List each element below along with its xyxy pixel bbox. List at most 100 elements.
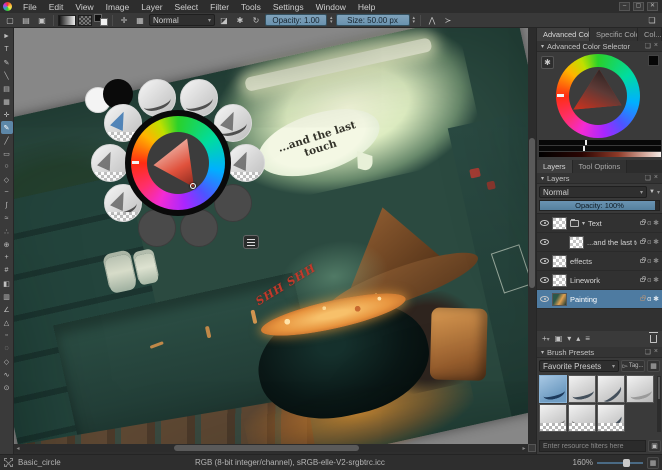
lock-icon[interactable] [640,297,645,301]
collapse-icon[interactable]: ▾ [541,349,544,356]
alpha-icon[interactable]: α [647,220,651,227]
layer-row-text[interactable]: ▾ Text α✱ [537,214,662,233]
tool-freehand-path-icon[interactable]: ≈ [1,212,13,225]
layer-row-linework[interactable]: Linework α✱ [537,271,662,290]
eraser-mode-icon[interactable]: ◪ [217,14,231,27]
resource-filter-input[interactable] [539,440,646,452]
vertical-scroll-thumb[interactable] [529,138,535,288]
menu-edit[interactable]: Edit [43,1,70,13]
gradient-chooser[interactable] [58,15,76,26]
move-layer-up-button[interactable]: ▴ [576,334,580,344]
color-selector-settings-icon[interactable]: ✱ [541,56,554,69]
layer-props-icon[interactable]: ✱ [653,257,659,265]
menu-view[interactable]: View [69,1,99,13]
layer-row-bubble[interactable]: ...and the last to... α✱ [537,233,662,252]
new-document-icon[interactable]: ▢ [3,14,17,27]
tool-rect-select-icon[interactable]: ▫ [1,329,13,342]
layer-row-painting[interactable]: Painting α✱ [537,290,662,309]
maximize-button[interactable]: ▢ [633,2,644,11]
tool-measure-icon[interactable]: ∠ [1,303,13,316]
tool-rectangle-icon[interactable]: ▭ [1,147,13,160]
tool-shape-select-icon[interactable]: ► [1,30,13,43]
move-layer-down-button[interactable]: ▾ [567,334,571,344]
scroll-right-icon[interactable]: ▸ [520,445,528,452]
color-slider-1[interactable] [539,140,661,145]
tab-specific-color[interactable]: Specific Color ... [590,28,638,41]
popup-menu-button[interactable] [243,235,259,249]
add-layer-button[interactable]: +▾ [542,334,550,345]
brush-size-slider[interactable]: Size: 50.00 px [336,14,410,26]
tool-polyline-icon[interactable]: ~ [1,186,13,199]
tool-bezier-icon[interactable]: ∫ [1,199,13,212]
mirror-horizontal-icon[interactable]: ⋀ [425,14,439,27]
alpha-icon[interactable]: α [647,296,651,303]
close-docker-icon[interactable]: × [654,348,658,356]
pattern-chooser[interactable] [78,15,92,26]
tool-edit-shapes-icon[interactable]: ✎ [1,56,13,69]
tab-advanced-color[interactable]: Advanced Color ... [537,28,590,41]
tool-multibrush-icon[interactable]: ∴ [1,225,13,238]
preset-display-mode-icon[interactable]: ▦ [647,360,660,372]
layer-filter-icon[interactable]: ▼ [649,187,655,197]
zoom-slider-thumb[interactable] [623,459,630,467]
tag-button[interactable]: ▻ Tag... [621,360,645,372]
scroll-left-icon[interactable]: ◂ [14,445,22,452]
minimize-button[interactable]: – [619,2,630,11]
menu-window[interactable]: Window [310,1,352,13]
tool-gradient-edit-icon[interactable]: ▤ [1,82,13,95]
popup-brush-slot-8[interactable] [91,144,129,182]
menu-tools[interactable]: Tools [235,1,267,13]
menu-settings[interactable]: Settings [267,1,310,13]
zoom-slider[interactable] [597,462,643,464]
tool-freehand-select-icon[interactable]: ∿ [1,368,13,381]
canvas-viewport[interactable]: SHH SHH ...and the last touch [14,28,528,444]
menu-select[interactable]: Select [169,1,205,13]
layer-opacity-slider[interactable]: Opacity: 100% [539,200,660,211]
preset-grid-scrollbar[interactable] [657,376,661,432]
visibility-eye-icon[interactable] [540,277,549,283]
size-spinner[interactable]: ▴▾ [412,16,417,24]
close-button[interactable]: ✕ [647,2,658,11]
menu-help[interactable]: Help [352,1,381,13]
save-document-icon[interactable]: ▣ [35,14,49,27]
tool-assistants-icon[interactable]: △ [1,316,13,329]
reload-preset-icon[interactable]: ↻ [249,14,263,27]
preset-options-icon[interactable]: ✱ [233,14,247,27]
brush-preset-soft-round[interactable] [568,404,596,432]
open-document-icon[interactable]: ▤ [19,14,33,27]
lock-icon[interactable] [640,259,645,263]
tool-calligraphy-icon[interactable]: ╲ [1,69,13,82]
tool-line-icon[interactable]: ╱ [1,134,13,147]
tool-move-icon[interactable]: + [1,251,13,264]
tool-freehand-brush-icon[interactable]: ✎ [1,121,13,134]
popup-color-cursor[interactable] [190,183,196,189]
brush-preset-eraser[interactable] [539,404,567,432]
horizontal-scrollbar[interactable]: ◂ ▸ [14,444,528,452]
brush-preset-ink-brush[interactable] [597,375,625,403]
expand-chevron-icon[interactable]: ▾ [582,220,585,227]
favorite-presets-dropdown[interactable]: Favorite Presets ▾ [539,360,619,372]
fg-bg-color-swatch[interactable] [94,14,108,26]
tool-polygon-icon[interactable]: ◇ [1,173,13,186]
tool-pattern-edit-icon[interactable]: ▦ [1,95,13,108]
scroll-corner-button[interactable] [528,444,536,452]
lock-icon[interactable] [640,278,645,282]
float-docker-icon[interactable]: ❏ [645,348,651,356]
tab-color[interactable]: Col... [638,28,662,41]
workspace-chooser-icon[interactable]: ❏ [645,14,659,27]
panel-color-wheel[interactable] [556,54,640,138]
menu-layer[interactable]: Layer [135,1,168,13]
layer-props-icon[interactable]: ✱ [653,219,659,227]
color-picker-icon[interactable]: ✛ [117,14,131,27]
menu-image[interactable]: Image [100,1,136,13]
visibility-eye-icon[interactable] [540,296,549,302]
tool-ellipse-select-icon[interactable]: ◌ [1,342,13,355]
delete-layer-button[interactable] [650,335,657,343]
lock-icon[interactable] [640,240,645,244]
lightness-strip[interactable] [539,152,661,157]
tool-ellipse-icon[interactable]: ○ [1,160,13,173]
float-docker-icon[interactable]: ❏ [645,174,651,182]
tool-crop-icon[interactable]: # [1,264,13,277]
popup-brush-slot-3[interactable] [227,144,265,182]
menu-filter[interactable]: Filter [204,1,235,13]
